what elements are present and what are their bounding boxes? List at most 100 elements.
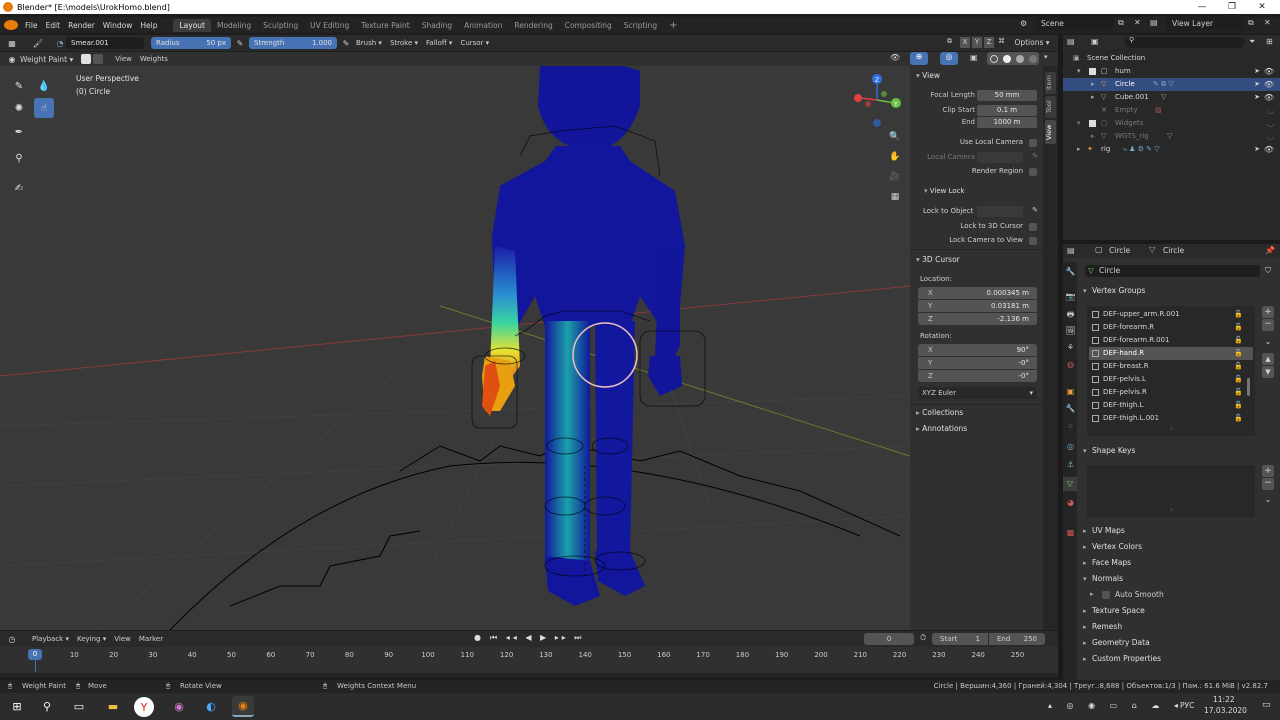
scene-selector[interactable]: Scene xyxy=(1036,17,1114,31)
outliner-row-wgts-rig[interactable]: ▸ ▽ WGTS_rig ▽ ◡ xyxy=(1063,130,1280,143)
vertex-mask-toggle[interactable] xyxy=(93,54,104,64)
particles-tab-icon[interactable]: ⁘ xyxy=(1065,422,1076,433)
file-explorer-icon[interactable]: ▬ xyxy=(102,696,124,717)
task-view-icon[interactable]: ▭ xyxy=(68,696,90,717)
add-vertex-group-button[interactable]: + xyxy=(1262,306,1274,318)
select-arrow-icon[interactable]: ➤ xyxy=(1254,143,1260,156)
tab-rendering[interactable]: Rendering xyxy=(508,19,558,32)
playback-controls[interactable]: ⏮ ◂◂ ◀ ▶ ▸▸ ⏭ xyxy=(490,633,584,643)
face-mask-toggle[interactable] xyxy=(81,54,92,64)
outliner-row-rig[interactable]: ▸ ✦ rig ⤷ ♟ ⚙ ✎ ▽ ➤ 👁 xyxy=(1063,143,1280,156)
list-item[interactable]: DEF-thigh.L 🔓 xyxy=(1089,399,1253,412)
strength-pressure-icon[interactable]: ✎ xyxy=(340,37,352,49)
hidden-eye-icon[interactable]: ◡ xyxy=(1267,104,1274,117)
world-tab-icon[interactable]: ◍ xyxy=(1065,360,1076,371)
copy-scene-icon[interactable]: ⧉ xyxy=(1118,18,1130,30)
auto-smooth-checkbox[interactable] xyxy=(1102,591,1110,599)
specials-menu-button[interactable]: ⌄ xyxy=(1262,336,1274,348)
record-button[interactable]: ● xyxy=(474,633,486,645)
lock-icon[interactable]: 🔓 xyxy=(1234,373,1243,386)
blender-taskbar-icon[interactable]: ◉ xyxy=(232,696,254,717)
constraints-tab-icon[interactable]: ⚓ xyxy=(1065,460,1076,471)
stroke-menu[interactable]: Stroke ▾ xyxy=(386,39,422,47)
wireframe-shading-button[interactable] xyxy=(989,54,998,63)
xray-toggle[interactable]: ▣ xyxy=(970,53,978,62)
local-camera-field[interactable] xyxy=(977,152,1023,163)
menu-help[interactable]: Help xyxy=(136,21,161,30)
lock-to-object-field[interactable] xyxy=(977,206,1023,217)
view-layer-tab-icon[interactable]: 🖼 xyxy=(1065,326,1076,337)
cursor-menu[interactable]: Cursor ▾ xyxy=(456,39,493,47)
snap-icon[interactable]: ⌘ xyxy=(998,37,1005,45)
remove-scene-icon[interactable]: ✕ xyxy=(1134,18,1146,30)
expand-arrow-icon[interactable]: ▸ xyxy=(1091,130,1095,143)
blender-menu-icon[interactable] xyxy=(4,20,18,30)
perspective-grid-icon[interactable]: ▦ xyxy=(886,188,904,206)
start-frame-field[interactable]: Start 1 xyxy=(932,633,988,645)
input-language[interactable]: РУС xyxy=(1180,701,1194,710)
tool-tab-icon[interactable]: 🔧 xyxy=(1065,267,1076,278)
use-local-camera-checkbox[interactable] xyxy=(1029,139,1037,147)
pan-hand-icon[interactable]: ✋ xyxy=(886,148,904,166)
3d-viewport[interactable]: Z Y ✎ 💧 ✺ ☝ ✒ ⚲ ✍ User Perspective (0) C… xyxy=(0,66,910,630)
tab-layout[interactable]: Layout xyxy=(173,18,211,32)
weights-menu[interactable]: Weights xyxy=(136,55,172,63)
current-frame-field[interactable]: 0 xyxy=(864,633,914,645)
tab-view[interactable]: View xyxy=(1045,120,1056,144)
lock-icon[interactable]: 🔓 xyxy=(1234,399,1243,412)
render-tab-icon[interactable]: 📷 xyxy=(1065,292,1076,303)
lock-icon[interactable]: 🔓 xyxy=(1234,412,1243,425)
collections-section[interactable]: ▸ Collections xyxy=(910,408,1043,417)
view-menu[interactable]: View xyxy=(111,55,136,63)
outliner-row-circle[interactable]: ▸ ▽ Circle ✎ ⧉ ▽ ➤ 👁 xyxy=(1063,78,1280,91)
outliner-search-input[interactable]: ⚲ xyxy=(1125,36,1245,48)
windows-start-icon[interactable]: ⊞ xyxy=(6,696,28,717)
close-button[interactable]: ✕ xyxy=(1248,0,1276,14)
list-item[interactable]: DEF-thigh.L.001 🔓 xyxy=(1089,412,1253,425)
search-icon[interactable]: ⚲ xyxy=(36,696,58,717)
add-shape-key-button[interactable]: + xyxy=(1262,465,1274,477)
zoom-icon[interactable]: 🔍 xyxy=(886,128,904,146)
annotate-tool[interactable]: ✍ xyxy=(9,178,29,198)
falloff-menu[interactable]: Falloff ▾ xyxy=(422,39,456,47)
list-item[interactable]: DEF-breast.R 🔓 xyxy=(1089,360,1253,373)
auto-smooth-expand-icon[interactable]: ▸ xyxy=(1090,590,1094,598)
remove-view-layer-icon[interactable]: ✕ xyxy=(1264,18,1271,27)
rendered-shading-button[interactable] xyxy=(1028,54,1037,63)
eye-icon[interactable]: 👁 xyxy=(1264,78,1274,91)
outliner-row-cube[interactable]: ▸ ▽ Cube.001 ▽ ➤ 👁 xyxy=(1063,91,1280,104)
clip-end-field[interactable]: 1000 m xyxy=(977,117,1037,128)
cursor-loc-z[interactable]: Z -2.136 m xyxy=(918,313,1037,325)
gradient-tool[interactable]: ✒ xyxy=(9,122,29,142)
menu-render[interactable]: Render xyxy=(64,21,99,30)
brush-tool-icon[interactable]: 🖌 xyxy=(32,37,44,49)
cursor-rot-z[interactable]: Z -0° xyxy=(918,370,1037,382)
cursor-loc-y[interactable]: Y 0.03181 m xyxy=(918,300,1037,312)
lock-icon[interactable]: 🔓 xyxy=(1234,386,1243,399)
eye-icon[interactable]: 👁 xyxy=(1264,91,1274,104)
display-mode-icon[interactable]: ▣ xyxy=(1091,37,1099,46)
keying-menu[interactable]: Keying ▾ xyxy=(73,635,110,643)
mode-selector[interactable]: Weight Paint ▾ xyxy=(20,55,73,64)
hidden-eye-icon[interactable]: ◡ xyxy=(1267,117,1274,130)
preview-range-clock-icon[interactable]: ⏱ xyxy=(920,633,926,643)
mesh-data-tab-icon[interactable]: ▽ xyxy=(1063,477,1077,491)
telegram-icon[interactable]: ◐ xyxy=(200,696,222,717)
brush-menu[interactable]: Brush ▾ xyxy=(352,39,386,47)
filter-icon[interactable]: ⏷ xyxy=(1249,37,1255,47)
list-scrollbar[interactable] xyxy=(1247,378,1250,396)
mesh-data-name-field[interactable]: ▽ Circle xyxy=(1085,265,1260,277)
tab-sculpting[interactable]: Sculpting xyxy=(257,19,304,32)
smear-tool[interactable]: ☝ xyxy=(34,98,54,118)
lock-camera-checkbox[interactable] xyxy=(1029,237,1037,245)
gizmo-toggle[interactable]: ⊕ xyxy=(910,52,928,65)
list-resize-handle[interactable]: ⁘ xyxy=(1169,426,1174,433)
select-arrow-icon[interactable]: ➤ xyxy=(1254,65,1260,78)
camera-view-icon[interactable]: 🎥 xyxy=(886,168,904,186)
lock-eyedropper-icon[interactable]: ✎ xyxy=(1032,206,1038,214)
list-item[interactable]: DEF-pelvis.L 🔓 xyxy=(1089,373,1253,386)
options-menu[interactable]: Options ▾ xyxy=(1010,36,1054,49)
tab-scripting[interactable]: Scripting xyxy=(618,19,663,32)
fake-user-shield-icon[interactable]: ⛉ xyxy=(1265,266,1271,276)
copy-view-layer-icon[interactable]: ⧉ xyxy=(1248,18,1254,28)
